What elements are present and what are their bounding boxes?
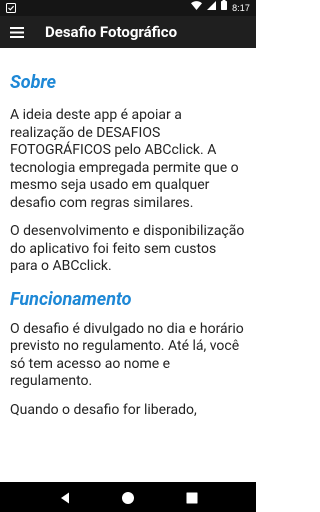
app-bar: Desafio Fotográfico	[0, 16, 256, 48]
signal-icon	[207, 0, 217, 16]
wifi-icon	[191, 0, 203, 16]
notification-icon	[6, 3, 16, 13]
status-bar: 8:17	[0, 0, 256, 16]
paragraph: A ideia deste app é apoiar a realização …	[10, 107, 239, 211]
content-scroll-area[interactable]: Sobre A ideia deste app é apoiar a reali…	[0, 48, 256, 482]
paragraph: Quando o desafio for liberado,	[10, 401, 197, 418]
app-title: Desafio Fotográfico	[45, 23, 178, 41]
app-screen: 8:17 Desafio Fotográfico Sobre A ideia d…	[0, 0, 256, 512]
navigation-bar	[0, 482, 256, 512]
back-icon[interactable]	[58, 490, 72, 504]
hamburger-menu-icon[interactable]	[8, 23, 26, 41]
paragraph: O desafio é divulgado no dia e horário p…	[10, 320, 244, 390]
battery-icon	[221, 0, 228, 16]
status-icons: 8:17	[191, 0, 250, 16]
section-title-sobre: Sobre	[10, 72, 57, 93]
home-icon[interactable]	[121, 490, 135, 504]
section-title-funcionamento: Funcionamento	[10, 288, 132, 310]
paragraph: O desenvolvimento e disponibilização do …	[10, 223, 245, 274]
status-time: 8:17	[232, 3, 250, 13]
recent-apps-icon[interactable]	[185, 490, 199, 504]
